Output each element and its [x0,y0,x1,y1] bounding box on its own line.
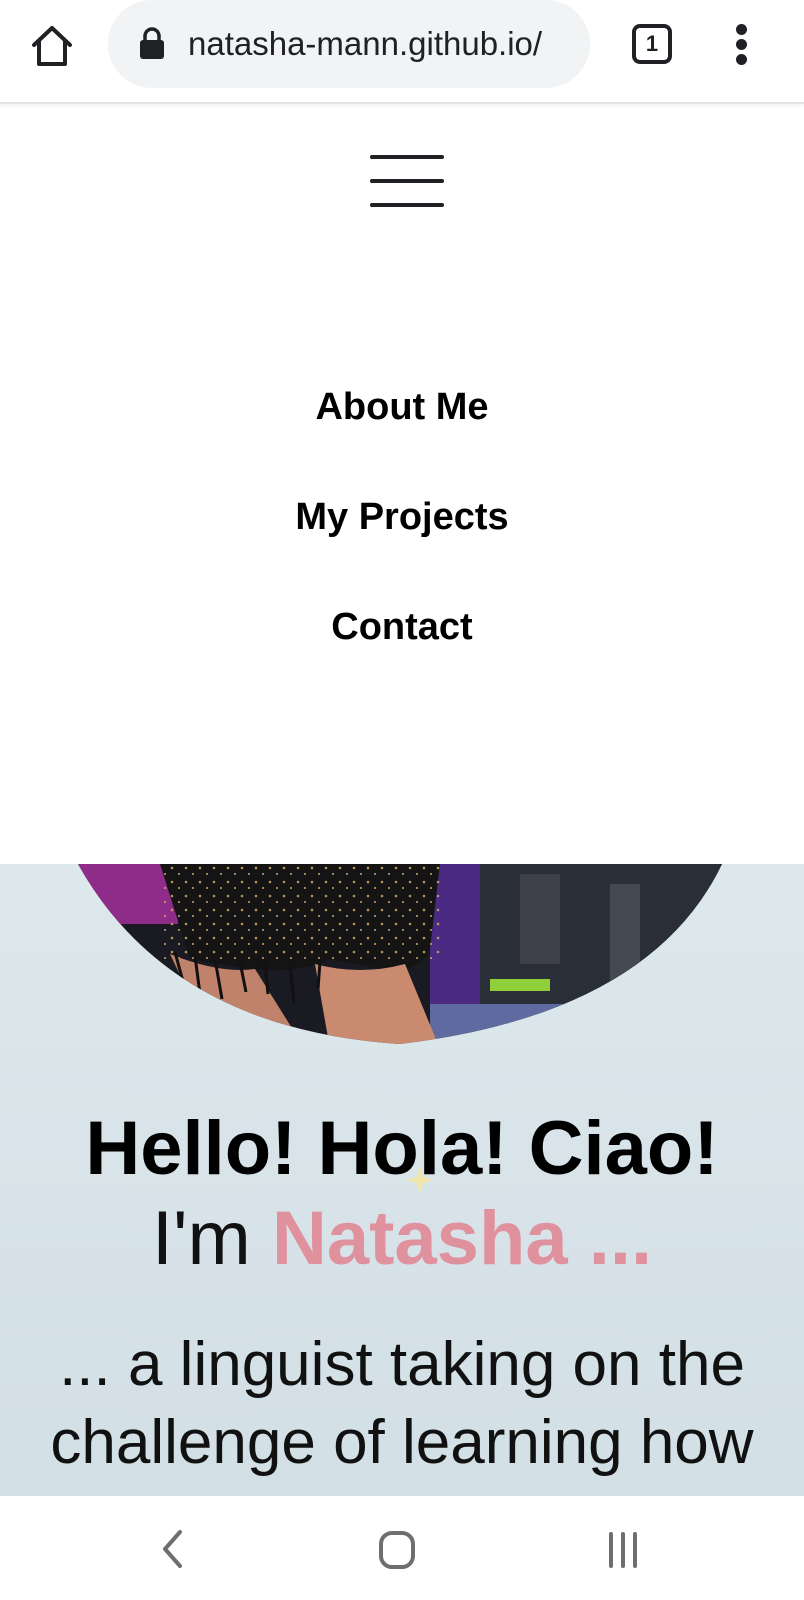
back-icon[interactable] [158,1528,188,1570]
browser-toolbar: natasha-mann.github.io/ 1 [0,0,804,104]
nav-link-contact[interactable]: Contact [0,602,804,652]
nav-link-my-projects[interactable]: My Projects [0,492,804,542]
home-icon[interactable] [28,22,76,70]
profile-photo [78,864,722,1044]
more-vert-icon[interactable] [730,20,754,68]
recents-icon[interactable] [606,1530,640,1570]
hero-name: Natasha ... [271,1196,653,1281]
system-nav-bar [0,1496,804,1600]
url-text[interactable]: natasha-mann.github.io/ [188,22,576,66]
hero-subtitle: I'm Natasha ... [0,1194,804,1284]
sparkle-icon [406,1166,434,1194]
home-soft-icon[interactable] [378,1530,416,1570]
hero-body-text: ... a linguist taking on the challenge o… [50,1330,754,1477]
lock-icon [140,27,164,59]
hero-title: Hello! Hola! Ciao! [85,1106,719,1191]
tabs-button[interactable]: 1 [632,24,672,64]
hamburger-icon[interactable] [370,155,444,213]
nav-link-about-me[interactable]: About Me [0,382,804,432]
tab-count: 1 [645,31,659,56]
hero-subtitle-prefix: I'm [151,1196,272,1281]
hero-section: Hello! Hola! Ciao! I'm Natasha ... ... a… [0,864,804,1496]
